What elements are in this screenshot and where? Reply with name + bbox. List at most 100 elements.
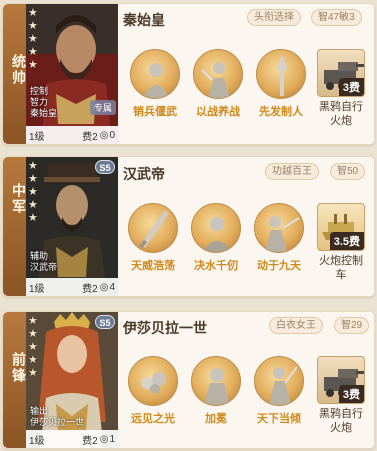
stat-pill: 智50 [330,163,366,180]
title-pill[interactable]: 功越百王 [265,163,319,180]
portrait-subtext: 控制 智力 秦始皇 [30,86,57,119]
cost-icon-count: 0 [109,129,115,141]
skill-icon [193,49,243,99]
star-icon: ★ [28,186,38,198]
skill-label: 决水千仞 [194,260,238,272]
role-bar [3,157,26,296]
cost-icon-count: 1 [109,433,115,445]
hero-name: 汉武帝 [123,167,165,183]
star-icon: ★ [28,341,38,353]
skill-slot-2[interactable]: 以战养战 [186,49,250,119]
star-icon: ★ [28,33,38,45]
hero-level: 1级 [29,131,45,143]
stat-pill: 智47敏3 [311,9,362,26]
tactic-label-line2: 车 [335,269,347,281]
exclusive-tag: 专属 [89,100,116,115]
hero-cost: 费2 [82,435,98,447]
star-rating: ★ ★ ★ ★ ★ [28,315,38,379]
portrait-type: 辅助 [30,251,49,261]
portrait-name: 秦始皇 [30,108,58,118]
skill-icon [191,203,241,253]
skill-icon [128,203,178,253]
hero-card-3[interactable]: 前锋 ★ ★ ★ ★ ★ S5 输出 伊莎贝拉一世 1级 费2 ◎ 1 伊莎贝拉… [2,311,375,449]
tactic-fee: 3.5费 [329,232,364,250]
season-badge: S5 [95,160,115,174]
role-label: 统帅 [10,54,26,86]
skill-icon [256,49,306,99]
skill-icon [128,356,178,406]
portrait-bottom-strip: 1级 费2 ◎ 0 [26,126,118,144]
hero-name: 秦始皇 [123,13,165,29]
hero-portrait[interactable]: ★ ★ ★ ★ ★ S5 输出 伊莎贝拉一世 1级 费2 ◎ 1 [26,312,118,448]
tactic-label-line2: 火炮 [330,422,352,434]
title-select-pill[interactable]: 头衔选择 [247,9,301,26]
hero-cost: 费2 [82,131,98,143]
hero-portrait[interactable]: ★ ★ ★ ★ ★ S5 辅助 汉武帝 1级 费2 ◎ 4 [26,157,118,296]
tactic-label: 黑鸦自行 火炮 [312,407,370,435]
skill-icon [191,356,241,406]
star-rating: ★ ★ ★ ★ ★ [28,7,38,71]
skill-slot-2[interactable]: 决水千仞 [184,203,248,273]
cost-icon: ◎ [99,281,109,293]
star-icon: ★ [28,46,38,58]
portrait-subtext: 输出 伊莎贝拉一世 [30,406,84,428]
tactic-label-line1: 黑鸦自行 [319,408,363,420]
tactic-slot[interactable]: 3.5费 火炮控制 车 [312,203,370,282]
star-icon: ★ [28,354,38,366]
star-icon: ★ [28,315,38,327]
tactic-slot[interactable]: 3费 黑鸦自行 火炮 [312,356,370,435]
star-icon: ★ [28,160,38,172]
portrait-bottom-strip: 1级 费2 ◎ 4 [26,278,118,296]
cost-icon-count: 4 [109,281,115,293]
portrait-name: 伊莎贝拉一世 [30,417,85,427]
star-icon: ★ [28,367,38,379]
portrait-name: 汉武帝 [30,262,58,272]
star-icon: ★ [28,7,38,19]
season-badge: S5 [95,315,115,329]
tactic-icon: 3费 [317,356,365,404]
skill-slot-1[interactable]: 销兵偃武 [123,49,187,119]
portrait-type: 控制 [30,86,49,96]
cost-icon: ◎ [99,433,109,445]
tactic-slot[interactable]: 3费 黑鸦自行 火炮 [312,49,370,128]
star-icon: ★ [28,212,38,224]
skill-label: 先发制人 [259,106,303,118]
portrait-stat: 智力 [30,97,49,107]
tactic-fee: 3费 [338,385,364,403]
skill-slot-3[interactable]: 先发制人 [249,49,313,119]
tactic-label-line1: 火炮控制 [319,255,363,267]
portrait-bottom-strip: 1级 费2 ◎ 1 [26,430,118,448]
skill-label: 加冕 [205,413,227,425]
skill-icon [254,356,304,406]
skill-slot-1[interactable]: 天威浩荡 [121,203,185,273]
stat-pill: 智29 [334,317,370,334]
hero-card-1[interactable]: 统帅 ★ ★ ★ ★ ★ 专属 控制 智力 秦始皇 1级 费2 ◎ 0 秦始皇 … [2,3,375,145]
skill-label: 天威浩荡 [131,260,175,272]
skill-label: 远见之光 [131,413,175,425]
star-icon: ★ [28,59,38,71]
skill-label: 以战养战 [196,106,240,118]
hero-cost: 费2 [82,283,98,295]
tactic-icon: 3费 [317,49,365,97]
skill-slot-1[interactable]: 远见之光 [121,356,185,426]
skill-slot-2[interactable]: 加冕 [184,356,248,426]
skill-label: 天下当倾 [257,413,301,425]
skill-label: 动于九天 [257,260,301,272]
portrait-type: 输出 [30,406,49,416]
portrait-art [26,157,118,296]
skill-icon [254,203,304,253]
tactic-label-line2: 火炮 [330,115,352,127]
tactic-fee: 3费 [338,78,364,96]
hero-portrait[interactable]: ★ ★ ★ ★ ★ 专属 控制 智力 秦始皇 1级 费2 ◎ 0 [26,4,118,144]
role-label: 中军 [10,183,26,215]
star-icon: ★ [28,20,38,32]
skill-slot-3[interactable]: 动于九天 [247,203,311,273]
portrait-art [26,4,118,144]
tactic-label-line1: 黑鸦自行 [319,101,363,113]
skill-slot-3[interactable]: 天下当倾 [247,356,311,426]
star-icon: ★ [28,328,38,340]
title-pill[interactable]: 白衣女王 [269,317,323,334]
hero-card-2[interactable]: 中军 ★ ★ ★ ★ ★ S5 辅助 汉武帝 1级 费2 ◎ 4 汉武帝 功越百… [2,156,375,297]
skill-icon [130,49,180,99]
hero-level: 1级 [29,283,45,295]
